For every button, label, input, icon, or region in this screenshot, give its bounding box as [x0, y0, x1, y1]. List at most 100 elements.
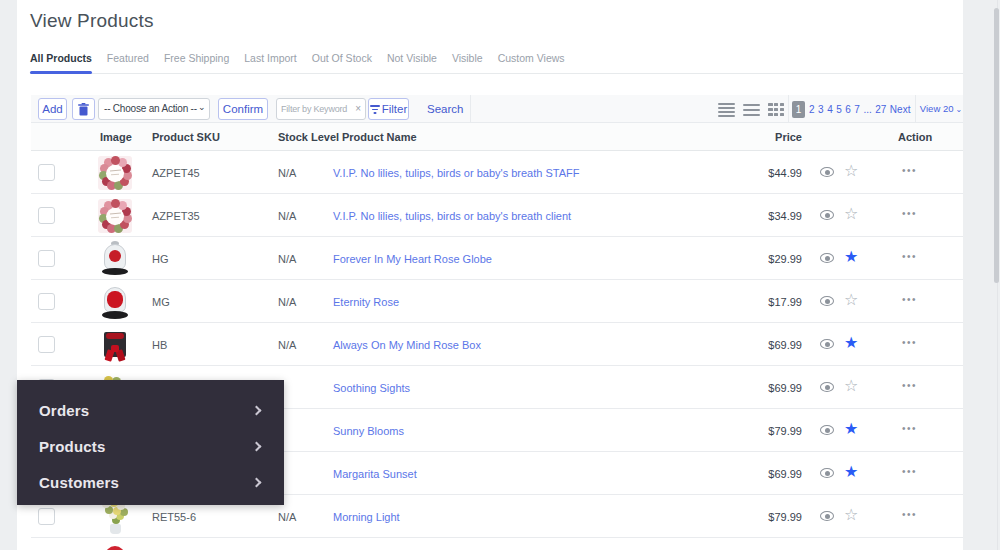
product-image [98, 543, 132, 550]
tab-free-shipping[interactable]: Free Shipping [164, 52, 229, 73]
featured-star-icon[interactable] [844, 419, 858, 439]
row-actions-icon[interactable]: ••• [902, 294, 917, 305]
action-select[interactable]: -- Choose an Action --⌄ [98, 98, 210, 120]
tab-custom-views[interactable]: Custom Views [498, 52, 565, 73]
table-row: MGN/AEternity Rose$17.99••• [31, 280, 963, 323]
row-actions-icon[interactable]: ••• [902, 337, 917, 348]
visibility-eye-icon[interactable] [820, 296, 834, 306]
page-title: View Products [30, 10, 154, 32]
featured-star-icon[interactable] [844, 505, 858, 525]
list-dense-icon[interactable] [718, 102, 735, 116]
tab-last-import[interactable]: Last Import [244, 52, 297, 73]
view-count-select[interactable]: View 20⌄ [919, 95, 963, 123]
page-4[interactable]: 4 [827, 104, 833, 115]
visibility-eye-icon[interactable] [820, 468, 834, 478]
chevron-down-icon: ⌄ [955, 105, 962, 114]
filter-button[interactable]: Filter [368, 98, 409, 120]
product-image [98, 199, 132, 233]
featured-star-icon[interactable] [844, 462, 858, 482]
header-sku: Product SKU [152, 131, 220, 143]
visibility-eye-icon[interactable] [820, 339, 834, 349]
search-link[interactable]: Search [427, 98, 463, 120]
tab-all-products[interactable]: All Products [30, 52, 92, 73]
product-name-link[interactable]: Margarita Sunset [333, 468, 417, 480]
product-name-link[interactable]: Eternity Rose [333, 296, 399, 308]
header-price: Price [721, 131, 802, 143]
featured-star-icon[interactable] [844, 290, 858, 310]
product-name-link[interactable]: V.I.P. No lilies, tulips, birds or baby'… [333, 210, 571, 222]
visibility-eye-icon[interactable] [820, 210, 834, 220]
tab-visible[interactable]: Visible [452, 52, 483, 73]
featured-star-icon[interactable] [844, 376, 858, 396]
row-checkbox[interactable] [38, 293, 55, 310]
grid-icon[interactable] [768, 102, 785, 116]
row-actions-icon[interactable]: ••• [902, 208, 917, 219]
product-name-link[interactable]: Forever In My Heart Rose Globe [333, 253, 492, 265]
row-actions-icon[interactable]: ••• [902, 380, 917, 391]
menu-item-orders[interactable]: Orders [17, 392, 284, 428]
featured-star-icon[interactable] [844, 204, 858, 224]
delete-button[interactable] [72, 98, 95, 120]
row-actions-icon[interactable]: ••• [902, 466, 917, 477]
tab-not-visible[interactable]: Not Visible [387, 52, 437, 73]
chevron-right-icon [252, 405, 262, 415]
chevron-right-icon [252, 441, 262, 451]
page-27[interactable]: 27 [875, 104, 886, 115]
product-name-link[interactable]: Always On My Mind Rose Box [333, 339, 481, 351]
clear-filter-icon[interactable]: × [355, 99, 361, 119]
stock-level: N/A [278, 339, 296, 351]
visibility-eye-icon[interactable] [820, 511, 834, 521]
product-price: $69.99 [721, 382, 802, 394]
scrollbar-thumb[interactable] [994, 8, 999, 283]
row-checkbox[interactable] [38, 508, 55, 525]
menu-item-products[interactable]: Products [17, 428, 284, 464]
product-price: $79.99 [721, 425, 802, 437]
product-price: $69.99 [721, 468, 802, 480]
tab-featured[interactable]: Featured [107, 52, 149, 73]
product-sku: MG [152, 296, 170, 308]
visibility-eye-icon[interactable] [820, 382, 834, 392]
product-name-link[interactable]: Soothing Sights [333, 382, 410, 394]
row-checkbox[interactable] [38, 207, 55, 224]
product-name-link[interactable]: Sunny Blooms [333, 425, 404, 437]
header-action: Action [898, 131, 932, 143]
row-actions-icon[interactable]: ••• [902, 251, 917, 262]
product-price: $29.99 [721, 253, 802, 265]
list-icon[interactable] [743, 102, 760, 116]
row-checkbox[interactable] [38, 336, 55, 353]
menu-item-customers[interactable]: Customers [17, 464, 284, 500]
page-6[interactable]: 6 [845, 104, 851, 115]
pagination: 1 2 3 4 5 6 7 ... 27 Next [792, 95, 910, 123]
product-price: $79.99 [721, 511, 802, 523]
menu-item-label: Orders [39, 402, 253, 419]
visibility-eye-icon[interactable] [820, 425, 834, 435]
context-menu: Orders Products Customers [17, 380, 284, 505]
featured-star-icon[interactable] [844, 161, 858, 181]
product-name-link[interactable]: V.I.P. No lilies, tulips, birds or baby'… [333, 167, 579, 179]
tab-out-of-stock[interactable]: Out Of Stock [312, 52, 372, 73]
row-actions-icon[interactable]: ••• [902, 509, 917, 520]
product-name-link[interactable]: Morning Light [333, 511, 400, 523]
product-sku: AZPET35 [152, 210, 200, 222]
row-checkbox[interactable] [38, 164, 55, 181]
row-actions-icon[interactable]: ••• [902, 165, 917, 176]
visibility-eye-icon[interactable] [820, 253, 834, 263]
page-7[interactable]: 7 [854, 104, 860, 115]
row-actions-icon[interactable]: ••• [902, 423, 917, 434]
product-image [98, 242, 132, 276]
page-next[interactable]: Next [890, 104, 911, 115]
add-button[interactable]: Add [38, 98, 67, 120]
keyword-filter-input[interactable]: Filter by Keyword× [276, 98, 366, 120]
filter-icon [370, 105, 380, 114]
featured-star-icon[interactable] [844, 247, 858, 267]
page-2[interactable]: 2 [809, 104, 815, 115]
chevron-right-icon [252, 477, 262, 487]
row-checkbox[interactable] [38, 250, 55, 267]
table-row: ••• [31, 538, 963, 550]
page-5[interactable]: 5 [836, 104, 842, 115]
page-3[interactable]: 3 [818, 104, 824, 115]
page-current[interactable]: 1 [792, 101, 805, 118]
featured-star-icon[interactable] [844, 333, 858, 353]
visibility-eye-icon[interactable] [820, 167, 834, 177]
confirm-button[interactable]: Confirm [218, 98, 268, 120]
